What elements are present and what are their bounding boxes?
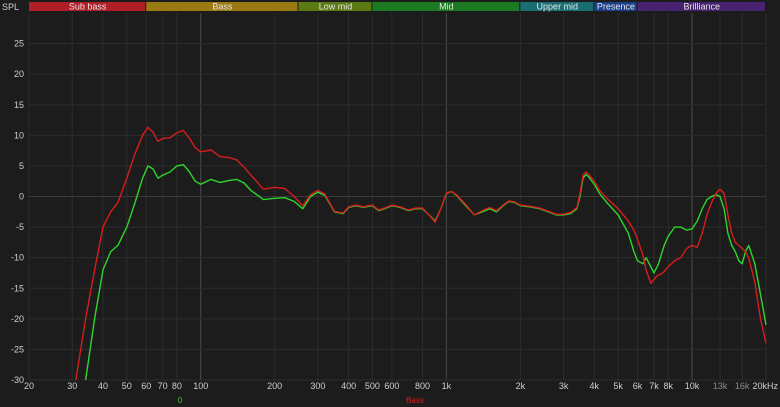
y-tick-label: -30 [11, 375, 24, 385]
x-tick-label: 70 [158, 381, 168, 391]
x-tick-label: 10k [685, 381, 700, 391]
y-tick-label: -5 [16, 222, 24, 232]
x-tick-label: 60 [141, 381, 151, 391]
x-tick-label: 600 [384, 381, 399, 391]
band-label: Brilliance [684, 2, 721, 12]
x-tick-label: 3k [559, 381, 569, 391]
x-tick-label: 400 [341, 381, 356, 391]
y-tick-label: -20 [11, 314, 24, 324]
x-tick-label: 40 [98, 381, 108, 391]
y-tick-label: -15 [11, 283, 24, 293]
x-tick-label: 100 [193, 381, 208, 391]
y-tick-label: -25 [11, 344, 24, 354]
y-tick-label: 20 [14, 69, 24, 79]
y-tick-label: 10 [14, 130, 24, 140]
band-label: Bass [212, 2, 233, 12]
x-tick-label: 200 [267, 381, 282, 391]
series-labels: 0 Bass [178, 396, 424, 405]
y-tick-label: 0 [19, 192, 24, 202]
y-tick-label: 15 [14, 100, 24, 110]
x-tick-label: 30 [67, 381, 77, 391]
x-tick-label: 500 [365, 381, 380, 391]
x-tick-label: 4k [590, 381, 600, 391]
x-tick-label: 20kHz [752, 381, 778, 391]
x-tick-label: 300 [310, 381, 325, 391]
x-tick-label: 13k [713, 381, 728, 391]
frequency-response-chart: Sub bass Bass Low mid Mid Upper mid Presence B… [2, 2, 778, 406]
x-tick-label: 6k [633, 381, 643, 391]
band-label: Upper mid [537, 2, 579, 12]
x-tick-label: 2k [516, 381, 526, 391]
x-tick-label: 1k [442, 381, 452, 391]
x-tick-label: 8k [663, 381, 673, 391]
x-tick-label: 7k [649, 381, 659, 391]
y-axis-label: SPL [2, 2, 19, 12]
x-tick-label: 800 [415, 381, 430, 391]
x-tick-label: 16k [735, 381, 750, 391]
band-label: Sub bass [69, 2, 107, 12]
y-tick-label: -10 [11, 253, 24, 263]
series-label: Bass [406, 396, 424, 405]
series-label: 0 [178, 396, 183, 405]
frequency-band-bar: Sub bass Bass Low mid Mid Upper mid Presence B… [29, 2, 765, 12]
band-label: Low mid [319, 2, 353, 12]
y-tick-label: 25 [14, 39, 24, 49]
band-label: Presence [597, 2, 635, 12]
x-tick-label: 5k [613, 381, 623, 391]
x-tick-label: 20 [24, 381, 34, 391]
x-tick-label: 50 [122, 381, 132, 391]
band-label: Mid [439, 2, 454, 12]
y-tick-label: 5 [19, 161, 24, 171]
x-tick-label: 80 [172, 381, 182, 391]
